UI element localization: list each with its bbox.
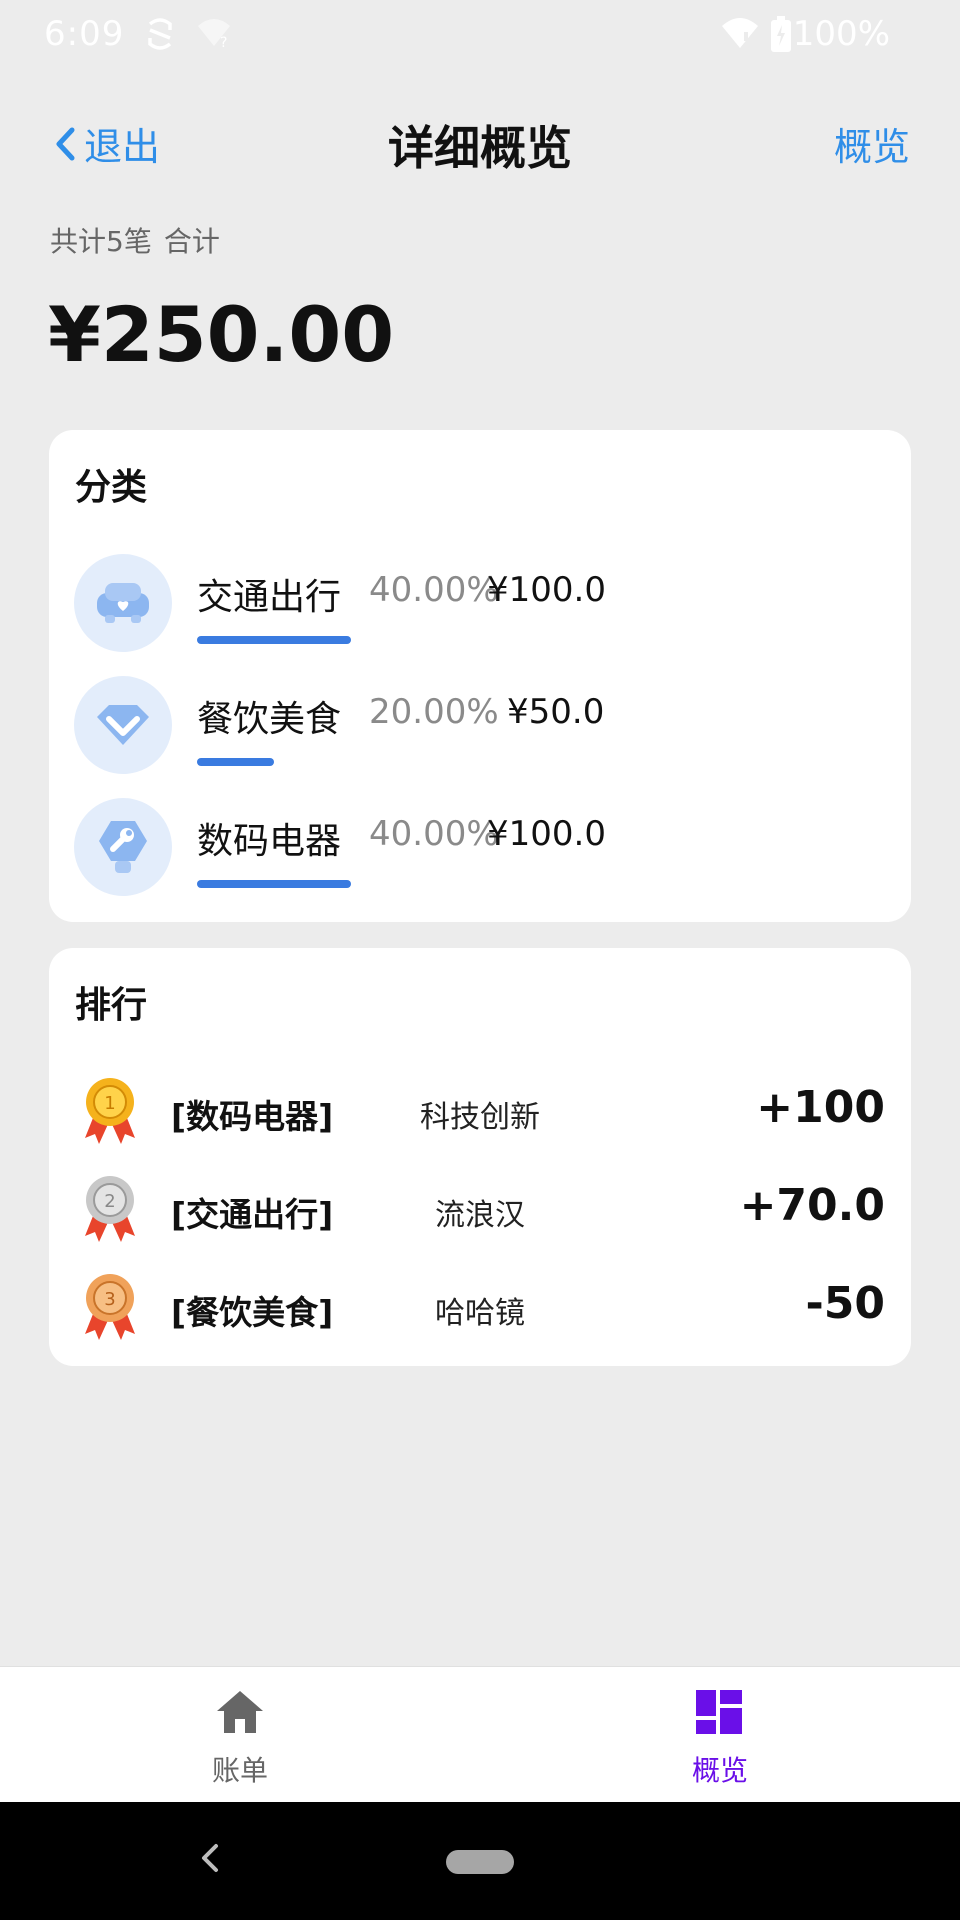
ranking-note: 哈哈镜 — [435, 1296, 525, 1331]
category-progress-track — [197, 880, 581, 888]
tab-overview-label: 概览 — [691, 1754, 748, 1787]
count-label: 共计5笔 — [50, 225, 152, 258]
system-back-icon[interactable] — [196, 1838, 224, 1882]
diamond-icon — [74, 676, 172, 774]
tab-bills[interactable]: 账单 — [0, 1667, 480, 1803]
ranking-amount: -50 — [805, 1278, 886, 1329]
svg-text:?: ? — [220, 35, 227, 48]
category-amount: ¥100.0 — [487, 570, 606, 610]
wifi-icon — [720, 16, 760, 59]
category-amount: ¥100.0 — [487, 814, 606, 854]
bottom-tab-bar: 账单 概览 — [0, 1666, 960, 1803]
page-title: 详细概览 — [388, 121, 572, 175]
wrench-icon — [74, 798, 172, 896]
sum-label: 合计 — [163, 225, 220, 258]
category-name: 餐饮美食 — [197, 699, 342, 740]
ranking-row[interactable]: 1 [数码电器] 科技创新 +100 — [49, 1074, 911, 1164]
status-time: 6:09 — [44, 14, 125, 54]
tab-overview[interactable]: 概览 — [480, 1667, 960, 1803]
category-name: 数码电器 — [197, 821, 342, 862]
sync-icon — [146, 16, 174, 61]
total-amount: ¥250.00 — [48, 290, 395, 379]
dashboard-icon — [696, 1690, 742, 1734]
tab-bills-label: 账单 — [211, 1754, 268, 1787]
category-card-title: 分类 — [75, 467, 148, 508]
ranking-card-title: 排行 — [75, 985, 148, 1026]
ranking-card: 排行 1 [数码电器] 科技创新 +100 2 [交通出行] 流浪汉 +70.0… — [49, 948, 911, 1366]
category-row[interactable]: 餐饮美食 20.00% ¥50.0 — [49, 676, 911, 798]
ranking-row[interactable]: 2 [交通出行] 流浪汉 +70.0 — [49, 1172, 911, 1262]
category-percent: 40.00% — [369, 814, 499, 854]
category-name: 交通出行 — [197, 577, 342, 618]
summary-label: 共计5笔 合计 — [50, 220, 220, 260]
battery-icon — [770, 16, 792, 61]
overview-link[interactable]: 概览 — [834, 116, 910, 171]
system-home-pill[interactable] — [446, 1850, 514, 1874]
wifi-question-icon: ? — [196, 16, 232, 57]
category-progress-bar — [197, 880, 351, 888]
category-progress-track — [197, 636, 581, 644]
category-amount: ¥50.0 — [507, 692, 605, 732]
car-icon — [74, 554, 172, 652]
category-percent: 40.00% — [369, 570, 499, 610]
category-progress-bar — [197, 636, 351, 644]
category-percent: 20.00% — [369, 692, 499, 732]
category-card: 分类 交通出行 40.00% ¥100.0 餐饮美食 20.00% ¥50.0 … — [49, 430, 911, 922]
category-row[interactable]: 交通出行 40.00% ¥100.0 — [49, 554, 911, 676]
category-row[interactable]: 数码电器 40.00% ¥100.0 — [49, 798, 911, 920]
status-bar: 6:09 ? 100% — [0, 0, 960, 70]
ranking-row[interactable]: 3 [餐饮美食] 哈哈镜 -50 — [49, 1270, 911, 1360]
nav-bar: 退出 详细概览 概览 — [0, 92, 960, 188]
battery-percent: 100% — [792, 14, 890, 54]
home-icon — [217, 1691, 263, 1733]
system-nav-bar — [0, 1802, 960, 1920]
ranking-amount: +70.0 — [739, 1180, 885, 1231]
ranking-amount: +100 — [756, 1082, 885, 1133]
category-progress-bar — [197, 758, 274, 766]
category-progress-track — [197, 758, 581, 766]
